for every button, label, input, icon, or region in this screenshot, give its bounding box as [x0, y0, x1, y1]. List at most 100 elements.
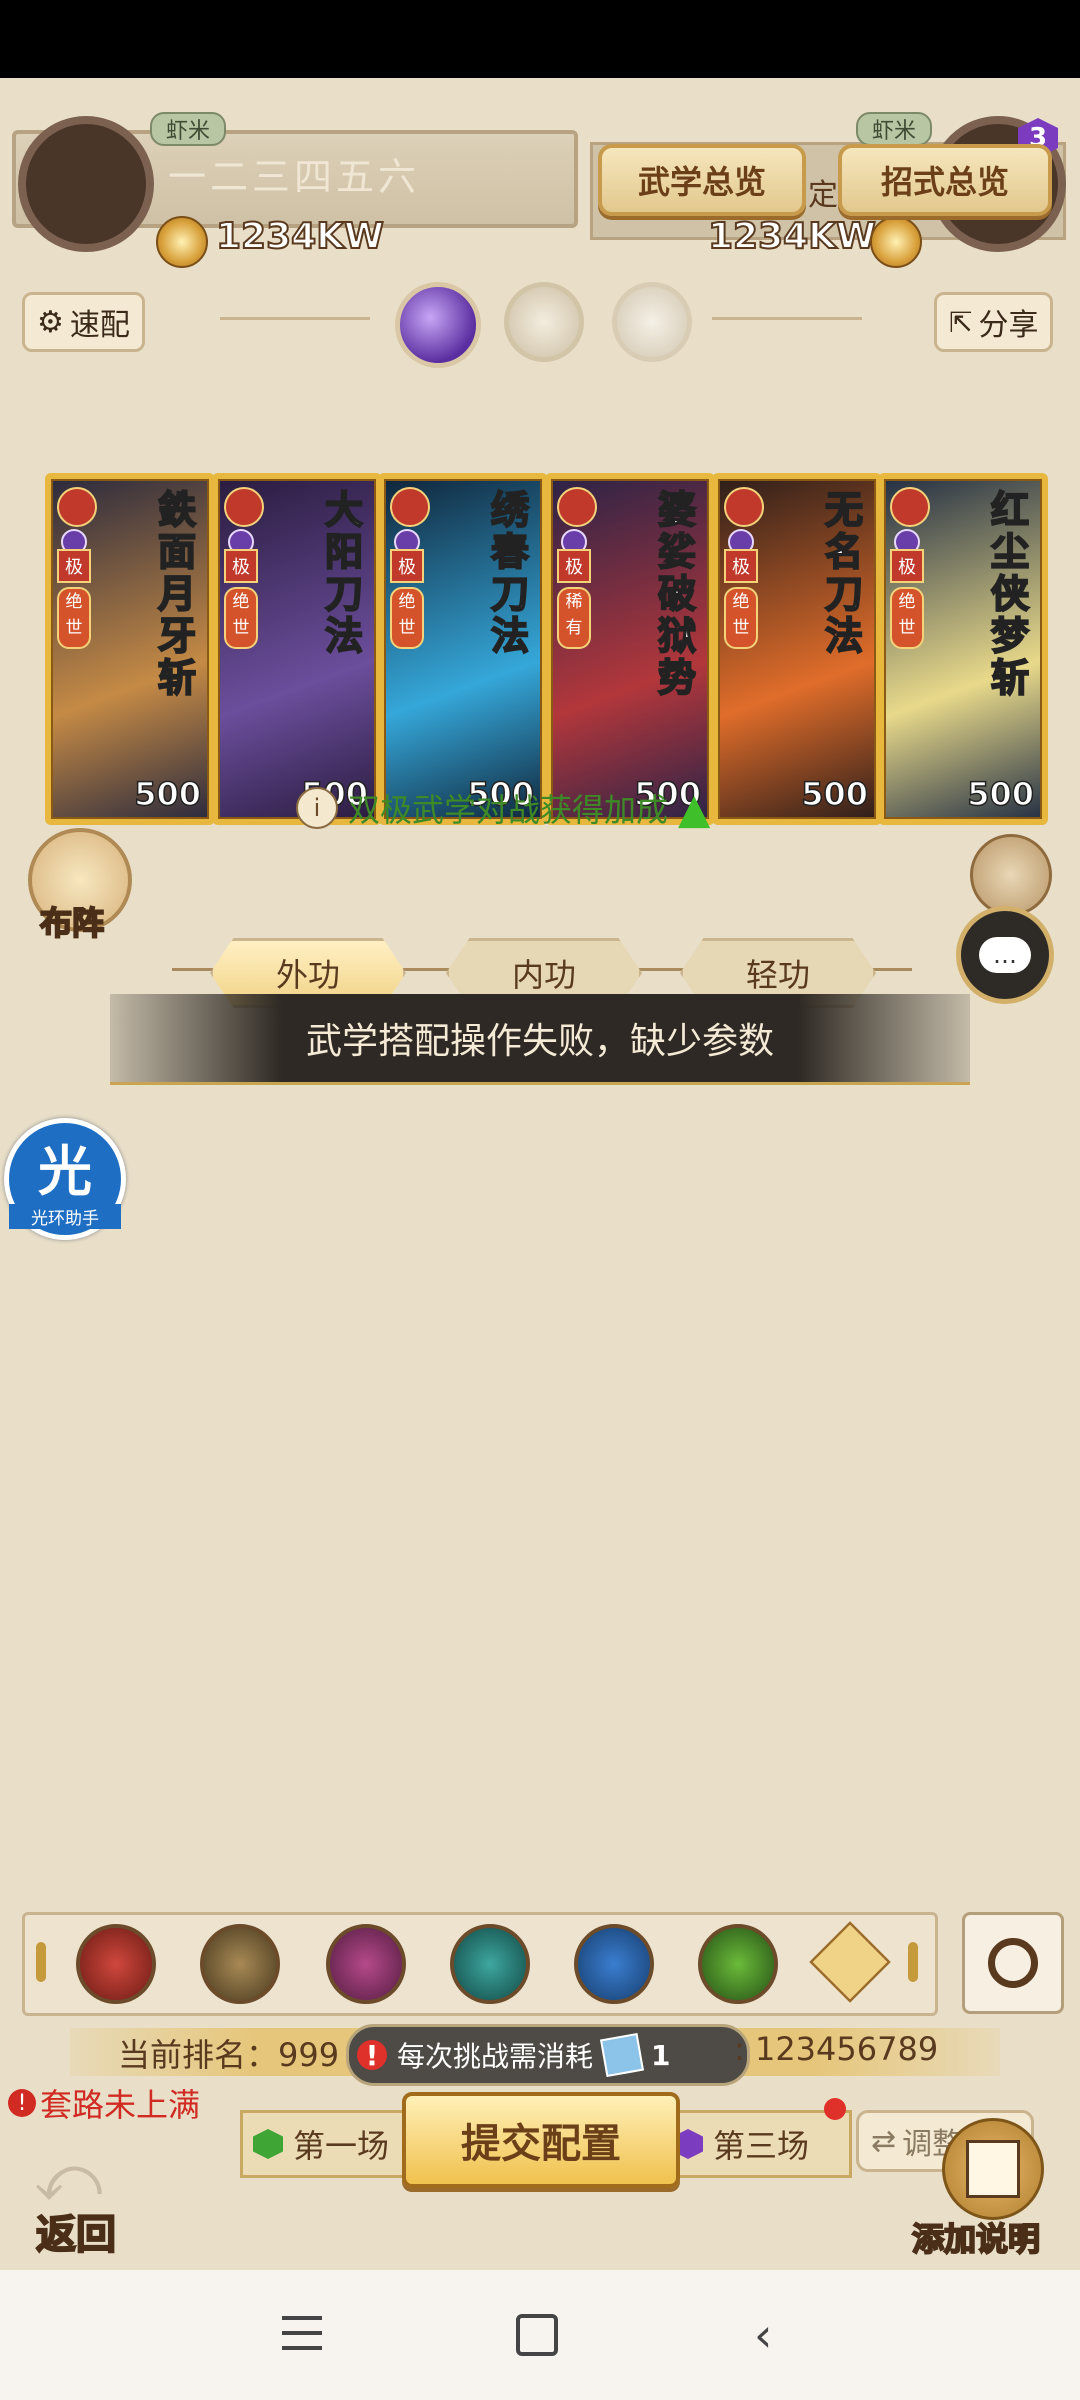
dagger-icon[interactable] — [200, 1924, 280, 2004]
card-title: 婆娑破狱势 — [657, 487, 697, 700]
card-rarity: 绝世 — [390, 587, 424, 649]
card-title: 大阳刀法 — [324, 487, 364, 658]
card-title: 绣春刀法 — [490, 487, 530, 658]
status-bar — [0, 0, 1080, 78]
yinyang-icon[interactable] — [574, 1924, 654, 2004]
right-power: 1234KW — [707, 215, 877, 258]
card-stack-icon[interactable] — [970, 834, 1052, 916]
zhaoshi-overview-button[interactable]: 招式总览 — [838, 144, 1052, 216]
rank-tail-value: : 123456789 — [734, 2030, 939, 2068]
bonus-text: 双极武学对战获得加成 — [348, 791, 669, 829]
skill-card[interactable]: 极绝世 大阳刀法 500 — [212, 473, 382, 825]
game-screen: 虾米 一二三四五六 1234KW 定 虾米 3 1234KW 武学总览 招式总览… — [0, 78, 1080, 2270]
share-button[interactable]: ⇱ 分享 — [934, 292, 1054, 352]
share-icon: ⇱ — [949, 305, 973, 339]
sword-badge-icon — [224, 487, 264, 527]
left-avatar[interactable] — [18, 116, 154, 252]
chat-button[interactable]: … — [956, 906, 1054, 1004]
fist-icon[interactable] — [326, 1924, 406, 2004]
note-icon — [942, 2118, 1044, 2220]
formation-label: 布阵 — [39, 903, 105, 943]
helper-label: 光环助手 — [9, 1204, 121, 1229]
wuxue-overview-button[interactable]: 武学总览 — [598, 144, 806, 216]
toast-message: 武学搭配操作失败，缺少参数 — [110, 994, 970, 1085]
card-grade: 极 — [890, 549, 924, 583]
card-grade: 极 — [390, 549, 424, 583]
quick-config-label: 速配 — [69, 308, 130, 343]
add-note-label: 添加说明 — [911, 2219, 1041, 2259]
orb-divider — [220, 317, 370, 320]
cost-value: 1 — [651, 2038, 671, 2072]
partial-text: 定 — [808, 178, 838, 213]
match-3-label: 第三场 — [713, 2127, 810, 2165]
share-label: 分享 — [978, 308, 1039, 343]
skill-card[interactable]: 极绝世 无名刀法 500 — [712, 473, 882, 825]
card-value: 500 — [966, 774, 1034, 814]
system-nav-bar: ‹ — [0, 2270, 1080, 2400]
card-grade: 极 — [57, 549, 91, 583]
red-dot-badge — [824, 2098, 846, 2120]
sun-orb-icon[interactable] — [504, 282, 584, 362]
arrow-up-icon: ▲ — [678, 783, 711, 833]
sword-badge-icon — [557, 487, 597, 527]
rank-label-text: 当前排名： — [118, 2036, 279, 2074]
ticket-icon — [600, 2032, 645, 2078]
sword-badge-icon — [390, 487, 430, 527]
search-icon — [988, 1938, 1038, 1988]
skill-card[interactable]: 极绝世 红尘侠梦斩 500 — [878, 473, 1048, 825]
skill-card[interactable]: 极绝世 鉄面月牙斩 500 — [45, 473, 215, 825]
submit-config-button[interactable]: 提交配置 — [402, 2092, 680, 2188]
card-title: 鉄面月牙斩 — [157, 487, 197, 700]
alert-icon: ! — [357, 2039, 387, 2072]
card-rarity: 绝世 — [224, 587, 258, 649]
helper-glyph: 光 — [38, 1140, 92, 1203]
chat-bubble-icon: … — [979, 937, 1031, 973]
whip-icon[interactable] — [698, 1924, 778, 2004]
fan-icon[interactable] — [450, 1924, 530, 2004]
scroll-right-icon — [908, 1942, 918, 1982]
sword-badge-icon — [57, 487, 97, 527]
left-power: 1234KW — [215, 215, 385, 258]
helper-button[interactable]: 光 光环助手 — [4, 1118, 126, 1240]
back-button[interactable]: ⤺ 返回 — [24, 2142, 144, 2259]
player-left-name: 一二三四五六 — [168, 155, 421, 199]
crescent-orb-icon[interactable] — [612, 282, 692, 362]
left-tag: 虾米 — [150, 112, 227, 146]
rank-label: 当前排名：999 — [118, 2030, 339, 2076]
skill-card[interactable]: 极稀有 婆娑破狱势 500 — [545, 473, 715, 825]
warning-icon: ! — [8, 2089, 36, 2117]
card-value: 500 — [800, 774, 868, 814]
quick-config-button[interactable]: ⚙ 速配 — [22, 292, 145, 352]
adjust-icon: ⇄ — [871, 2123, 897, 2159]
add-note-button[interactable]: 添加说明 — [911, 2118, 1072, 2259]
card-rarity: 绝世 — [57, 587, 91, 649]
orb-divider-right — [712, 317, 862, 320]
sword-icon[interactable] — [76, 1924, 156, 2004]
bonus-banner: i 双极武学对战获得加成 ▲ — [296, 780, 786, 836]
card-rarity: 绝世 — [890, 587, 924, 649]
skill-card[interactable]: 极绝世 绣春刀法 500 — [378, 473, 548, 825]
home-icon[interactable] — [516, 2314, 558, 2356]
warning-text: 套路未上满 — [40, 2086, 201, 2124]
menu-icon[interactable] — [282, 2316, 322, 2350]
card-grade: 极 — [557, 549, 591, 583]
moon-orb-icon[interactable] — [395, 282, 481, 368]
back-nav-icon[interactable]: ‹ — [754, 2308, 772, 2362]
card-value: 500 — [133, 774, 201, 814]
sword-badge-icon — [724, 487, 764, 527]
lineup-warning: ! 套路未上满 — [8, 2080, 200, 2126]
card-title: 无名刀法 — [824, 487, 864, 658]
card-title: 红尘侠梦斩 — [990, 487, 1030, 700]
info-icon: i — [296, 787, 338, 829]
card-grade: 极 — [224, 549, 258, 583]
match-3-button[interactable]: 第三场 — [662, 2110, 852, 2178]
power-coin-icon-right — [870, 216, 922, 268]
sword-badge-icon — [890, 487, 930, 527]
card-grade: 极 — [724, 549, 758, 583]
right-tag: 虾米 — [856, 112, 933, 146]
match-1-label: 第一场 — [293, 2127, 390, 2165]
gear-icon: ⚙ — [37, 304, 64, 340]
card-rarity: 绝世 — [724, 587, 758, 649]
rank-value: 999 — [278, 2036, 340, 2074]
search-button[interactable] — [962, 1912, 1064, 2014]
